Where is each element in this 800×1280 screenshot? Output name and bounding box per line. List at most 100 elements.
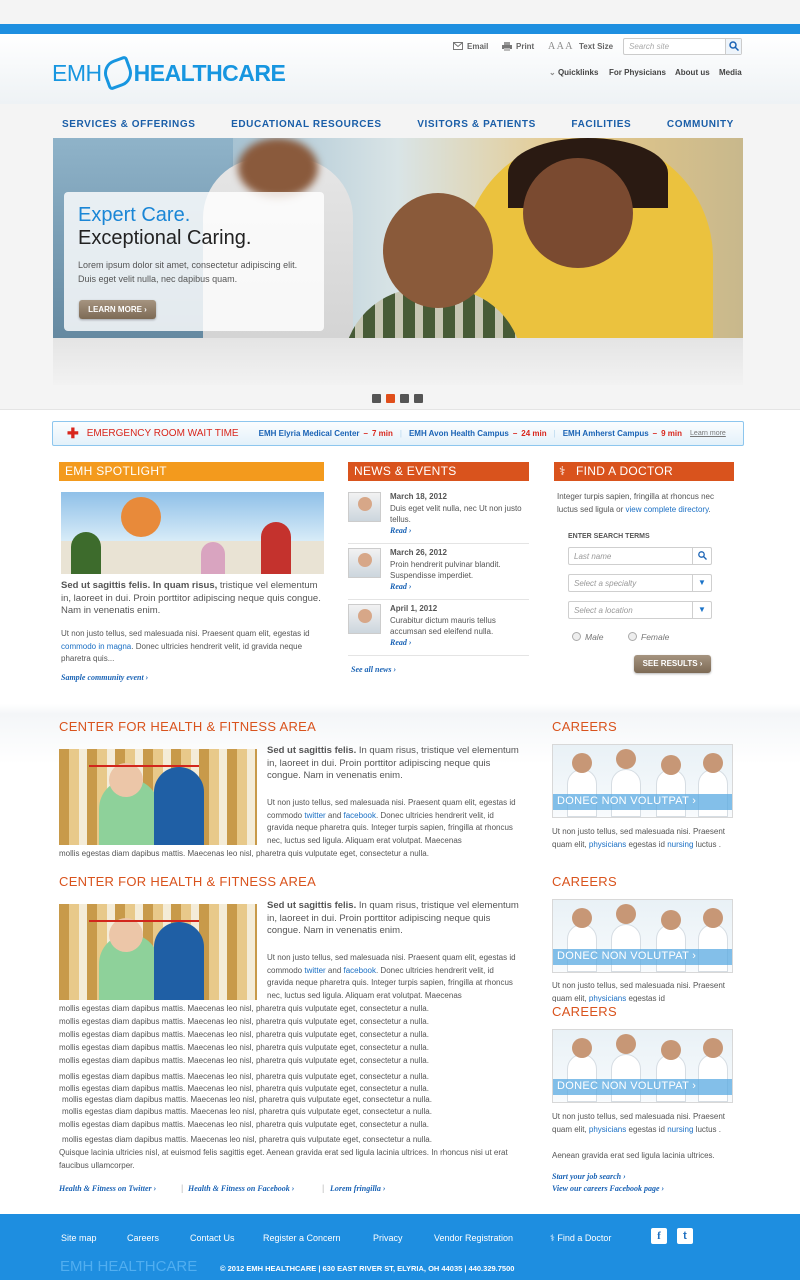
fitness-image: [59, 749, 257, 845]
specialty-select[interactable]: Select a specialty ▼: [568, 574, 712, 592]
email-link[interactable]: Email: [453, 40, 488, 52]
er-time-1: 7 min: [371, 429, 393, 438]
complete-directory-link[interactable]: view complete directory: [625, 505, 708, 514]
dropdown-arrow-icon: ▼: [692, 602, 711, 618]
footer-register-concern[interactable]: Register a Concern: [263, 1233, 341, 1243]
see-results-button[interactable]: SEE RESULTS ›: [634, 655, 711, 673]
er-campus-2[interactable]: EMH Avon Health Campus: [409, 429, 509, 438]
print-link[interactable]: Print: [502, 40, 534, 52]
location-select[interactable]: Select a location ▼: [568, 601, 712, 619]
nursing-link[interactable]: nursing: [667, 1125, 693, 1134]
news-read-link[interactable]: Read ›: [390, 582, 412, 591]
fitness-heading: CENTER FOR HEALTH & FITNESS AREA: [59, 719, 317, 734]
search-placeholder: Search site: [629, 42, 670, 51]
er-time-3: 9 min: [661, 429, 683, 438]
fitness-body-line: mollis egestas diam dapibus mattis. Maec…: [62, 1135, 432, 1144]
careers-image[interactable]: DONEC NON VOLUTPAT ›: [552, 744, 733, 818]
search-input[interactable]: Search site: [623, 38, 742, 55]
news-date: March 26, 2012: [390, 548, 447, 557]
news-text: Duis eget velit nulla, nec Ut non justo …: [390, 504, 522, 524]
nav-services-offerings[interactable]: SERVICES & OFFERINGS: [62, 119, 196, 130]
news-item: March 26, 2012 Proin hendrerit pulvinar …: [348, 548, 529, 600]
nav-facilities[interactable]: FACILITIES: [571, 119, 631, 130]
community-event-link[interactable]: Sample community event ›: [61, 673, 148, 682]
footer-vendor-registration[interactable]: Vendor Registration: [434, 1233, 513, 1243]
stethoscope-icon: ⚕: [559, 464, 566, 478]
news-read-link[interactable]: Read ›: [390, 526, 412, 535]
about-us-link[interactable]: About us: [675, 68, 710, 77]
footer-privacy[interactable]: Privacy: [373, 1233, 403, 1243]
search-icon[interactable]: [692, 548, 711, 564]
site-logo[interactable]: EMH HEALTHCARE: [52, 55, 286, 91]
er-time-2: 24 min: [521, 429, 547, 438]
careers-banner[interactable]: DONEC NON VOLUTPAT ›: [553, 949, 732, 965]
twitter-link[interactable]: twitter: [304, 811, 325, 820]
footer-site-map[interactable]: Site map: [61, 1233, 97, 1243]
footer-careers[interactable]: Careers: [127, 1233, 159, 1243]
careers-facebook-link[interactable]: View our careers Facebook page ›: [552, 1184, 664, 1193]
news-text: Curabitur dictum mauris tellus accumsan …: [390, 616, 496, 636]
physicians-link[interactable]: physicians: [589, 1125, 626, 1134]
news-date: April 1, 2012: [390, 604, 438, 613]
last-name-input[interactable]: Last name: [568, 547, 712, 565]
female-radio[interactable]: [628, 632, 637, 641]
fitness-tail: Quisque lacinia ultricies nisl, at euism…: [59, 1148, 508, 1170]
news-heading: NEWS & EVENTS: [348, 462, 529, 481]
careers-heading: CAREERS: [552, 1004, 617, 1019]
news-item: March 18, 2012 Duis eget velit nulla, ne…: [348, 492, 529, 544]
news-thumbnail: [348, 548, 381, 578]
slide-dot-4[interactable]: [414, 394, 423, 403]
careers-image[interactable]: DONEC NON VOLUTPAT ›: [552, 899, 733, 973]
footer-find-doctor[interactable]: ⚕ Find a Doctor: [550, 1233, 611, 1244]
physicians-link[interactable]: physicians: [589, 994, 626, 1003]
text-size-buttons[interactable]: A A A: [548, 40, 572, 52]
main-navigation: SERVICES & OFFERINGS EDUCATIONAL RESOURC…: [52, 113, 742, 135]
footer-copyright: © 2012 EMH HEALTHCARE | 630 EAST RIVER S…: [220, 1264, 515, 1273]
er-learn-more-link[interactable]: Learn more: [690, 430, 726, 437]
careers-image[interactable]: DONEC NON VOLUTPAT ›: [552, 1029, 733, 1103]
logo-mark-icon: [99, 55, 136, 91]
lorem-fringilla-link[interactable]: Lorem fringilla ›: [330, 1184, 386, 1193]
careers-extra-text: Aenean gravida erat sed ligula lacinia u…: [552, 1151, 715, 1160]
careers-banner[interactable]: DONEC NON VOLUTPAT ›: [553, 1079, 732, 1095]
commodo-link[interactable]: commodo in magna: [61, 642, 131, 651]
physicians-link[interactable]: physicians: [589, 840, 626, 849]
slide-dot-2[interactable]: [386, 394, 395, 403]
learn-more-button[interactable]: LEARN MORE ›: [79, 300, 156, 319]
hero-body: Lorem ipsum dolor sit amet, consectetur …: [78, 260, 298, 284]
fitness-body-line: mollis egestas diam dapibus mattis. Maec…: [59, 1017, 429, 1026]
nav-visitors-patients[interactable]: VISITORS & PATIENTS: [417, 119, 536, 130]
twitter-link[interactable]: twitter: [304, 966, 325, 975]
media-link[interactable]: Media: [719, 68, 742, 77]
footer-contact-us[interactable]: Contact Us: [190, 1233, 235, 1243]
job-search-link[interactable]: Start your job search ›: [552, 1172, 626, 1181]
quicklinks-menu[interactable]: ⌄ Quicklinks: [549, 68, 598, 77]
er-title: EMERGENCY ROOM WAIT TIME: [86, 428, 239, 439]
nav-community[interactable]: COMMUNITY: [667, 119, 734, 130]
er-campus-1[interactable]: EMH Elyria Medical Center: [259, 429, 360, 438]
spotlight-lead: Sed ut sagittis felis. In quam risus, tr…: [61, 580, 321, 616]
nursing-link[interactable]: nursing: [667, 840, 693, 849]
see-all-news-link[interactable]: See all news ›: [351, 665, 396, 674]
slide-dot-1[interactable]: [372, 394, 381, 403]
nav-educational-resources[interactable]: EDUCATIONAL RESOURCES: [231, 119, 382, 130]
hero-title-2: Exceptional Caring.: [78, 227, 252, 249]
careers-banner[interactable]: DONEC NON VOLUTPAT ›: [553, 794, 732, 810]
er-campus-3[interactable]: EMH Amherst Campus: [563, 429, 649, 438]
search-button[interactable]: [725, 39, 741, 54]
slide-dot-3[interactable]: [400, 394, 409, 403]
facebook-link[interactable]: facebook: [344, 966, 376, 975]
facebook-link[interactable]: facebook: [344, 811, 376, 820]
for-physicians-link[interactable]: For Physicians: [609, 68, 666, 77]
fitness-heading: CENTER FOR HEALTH & FITNESS AREA: [59, 874, 317, 889]
fitness-body-line: mollis egestas diam dapibus mattis. Maec…: [59, 1120, 429, 1129]
male-radio[interactable]: [572, 632, 581, 641]
careers-text: Ut non justo tellus, sed malesuada nisi.…: [552, 1112, 725, 1134]
news-date: March 18, 2012: [390, 492, 447, 501]
fitness-twitter-link[interactable]: Health & Fitness on Twitter ›: [59, 1184, 156, 1193]
news-read-link[interactable]: Read ›: [390, 638, 412, 647]
twitter-icon[interactable]: t: [677, 1228, 693, 1244]
facebook-icon[interactable]: f: [651, 1228, 667, 1244]
fitness-facebook-link[interactable]: Health & Fitness on Facebook ›: [188, 1184, 294, 1193]
fitness-body-line: mollis egestas diam dapibus mattis. Maec…: [59, 849, 429, 858]
